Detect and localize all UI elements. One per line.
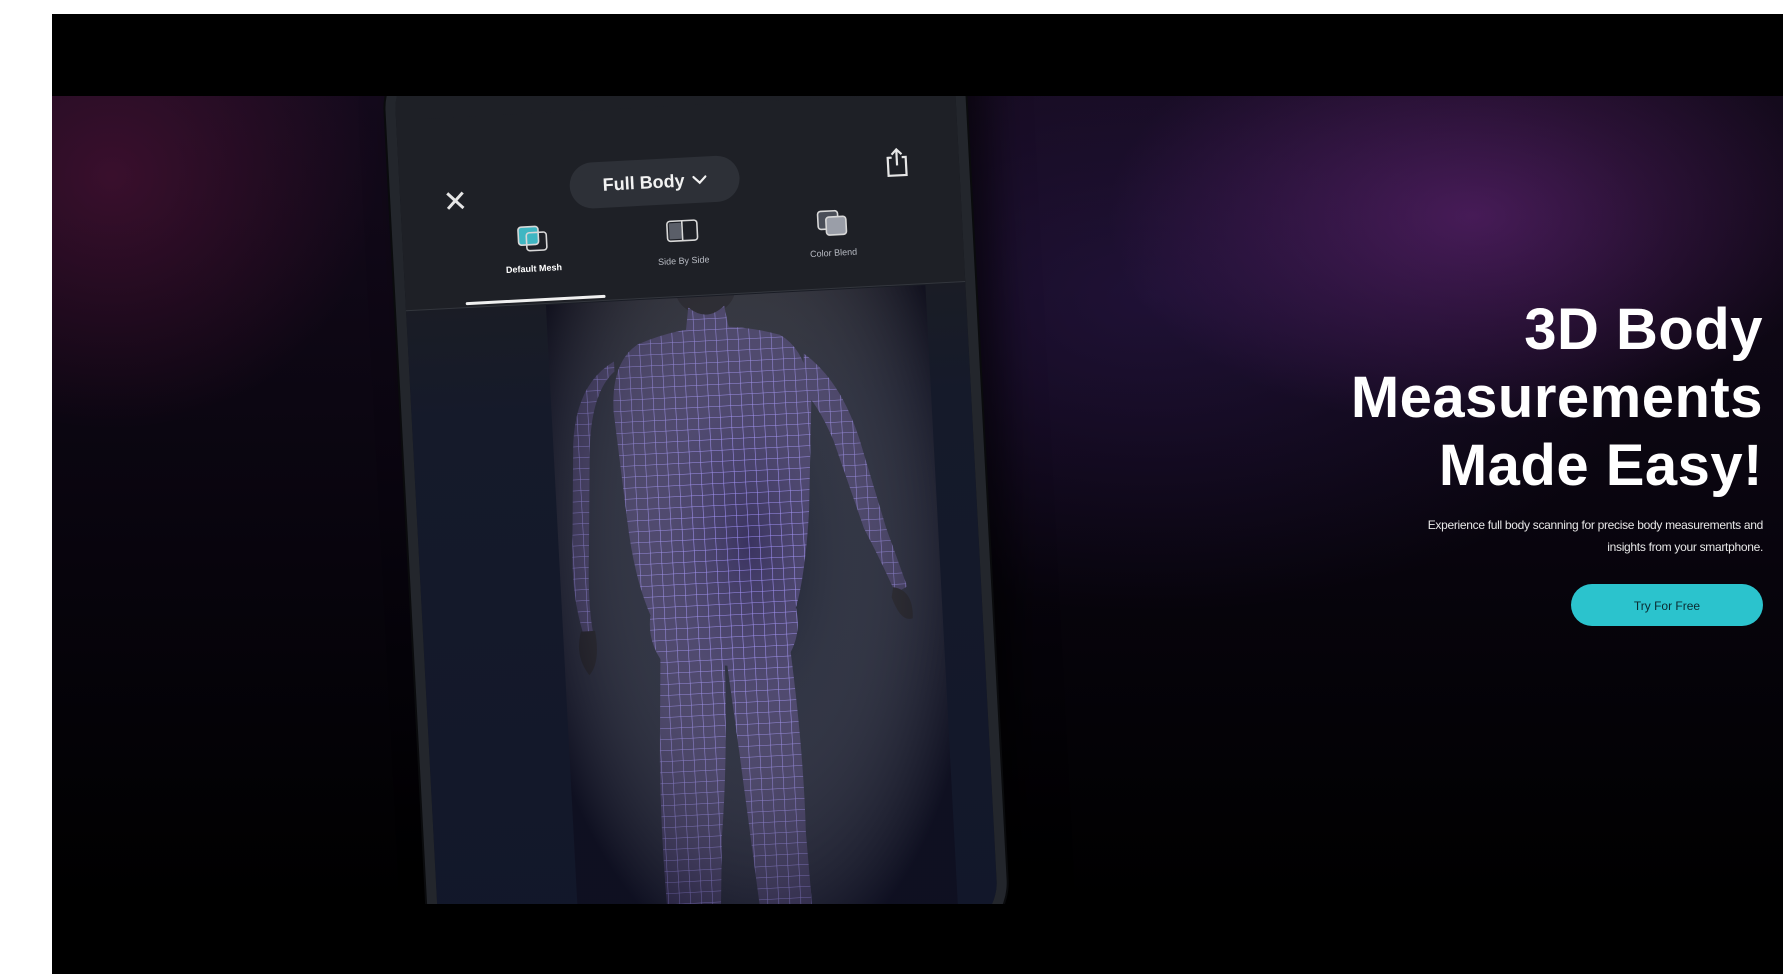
close-icon[interactable]: ✕ — [440, 185, 472, 219]
color-blend-icon — [816, 209, 848, 236]
phone-mockup: ✕ Full Body Default Mesh Side By Side Co… — [382, 96, 1010, 904]
view-dropdown[interactable]: Full Body — [568, 154, 741, 210]
try-for-free-button[interactable]: Try For Free — [1571, 584, 1763, 626]
headline-line-1: 3D Body — [1524, 297, 1763, 362]
hero-subtext: Experience full body scanning for precis… — [1203, 514, 1764, 558]
tab-label: Color Blend — [809, 246, 858, 260]
body-mesh-model — [543, 245, 961, 904]
subtext-line-2: insights from your smartphone. — [1607, 540, 1763, 554]
headline-line-3: Made Easy! — [1438, 433, 1763, 498]
mesh-figure — [543, 245, 961, 904]
subtext-line-1: Experience full body scanning for precis… — [1427, 518, 1764, 532]
hero-headline: 3D Body Measurements Made Easy! — [1203, 296, 1763, 500]
phone-screen: ✕ Full Body Default Mesh Side By Side Co… — [392, 96, 1000, 904]
letterbox-top — [52, 14, 1783, 96]
share-icon[interactable] — [882, 146, 912, 179]
headline-line-2: Measurements — [1350, 365, 1763, 430]
default-mesh-icon — [517, 225, 548, 252]
view-dropdown-label: Full Body — [602, 170, 686, 195]
hero-copy: 3D Body Measurements Made Easy! Experien… — [1203, 296, 1763, 626]
tab-label: Side By Side — [657, 254, 710, 268]
body-scan-viewport[interactable] — [406, 245, 1000, 904]
chevron-down-icon — [692, 175, 707, 185]
video-frame: ✕ Full Body Default Mesh Side By Side Co… — [52, 14, 1783, 974]
tab-side-by-side[interactable]: Side By Side — [612, 212, 756, 299]
tab-color-blend[interactable]: Color Blend — [761, 204, 905, 291]
side-by-side-icon — [666, 219, 699, 243]
tab-label: Default Mesh — [505, 262, 563, 276]
tab-default-mesh[interactable]: Default Mesh — [462, 220, 606, 307]
hero-scene: ✕ Full Body Default Mesh Side By Side Co… — [52, 96, 1783, 904]
letterbox-bottom — [52, 904, 1783, 974]
